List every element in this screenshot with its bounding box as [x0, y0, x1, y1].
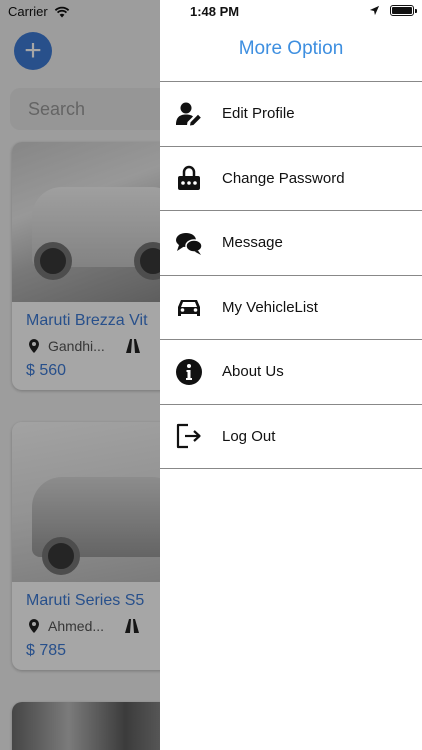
menu-item-label: About Us: [222, 363, 284, 381]
menu-item-about-us[interactable]: About Us: [160, 340, 422, 405]
menu-item-message[interactable]: Message: [160, 211, 422, 276]
location-arrow-icon: [369, 5, 380, 16]
menu-item-my-vehiclelist[interactable]: My VehicleList: [160, 276, 422, 340]
menu-item-label: Edit Profile: [222, 105, 295, 123]
menu-item-label: My VehicleList: [222, 298, 318, 316]
menu-item-label: Log Out: [222, 427, 276, 445]
menu-item-label: Change Password: [222, 169, 345, 187]
drawer-title: More Option: [238, 38, 344, 59]
info-icon: [176, 358, 202, 385]
menu-item-change-password[interactable]: Change Password: [160, 147, 422, 211]
battery-icon: [390, 5, 417, 16]
chat-icon: [176, 232, 203, 255]
drawer-menu: Edit Profile Change Password Message My …: [160, 81, 422, 469]
edit-profile-icon: [176, 102, 201, 126]
side-drawer: 1:48 PM More Option Edit Profile Change …: [160, 0, 422, 750]
car-icon: [178, 300, 200, 317]
status-time: 1:48 PM: [190, 4, 240, 19]
lock-icon: [178, 166, 200, 191]
menu-item-label: Message: [222, 234, 283, 252]
menu-item-log-out[interactable]: Log Out: [160, 405, 422, 469]
logout-icon: [176, 424, 201, 449]
status-bar-right: 1:48 PM: [160, 4, 422, 22]
menu-item-edit-profile[interactable]: Edit Profile: [160, 82, 422, 147]
